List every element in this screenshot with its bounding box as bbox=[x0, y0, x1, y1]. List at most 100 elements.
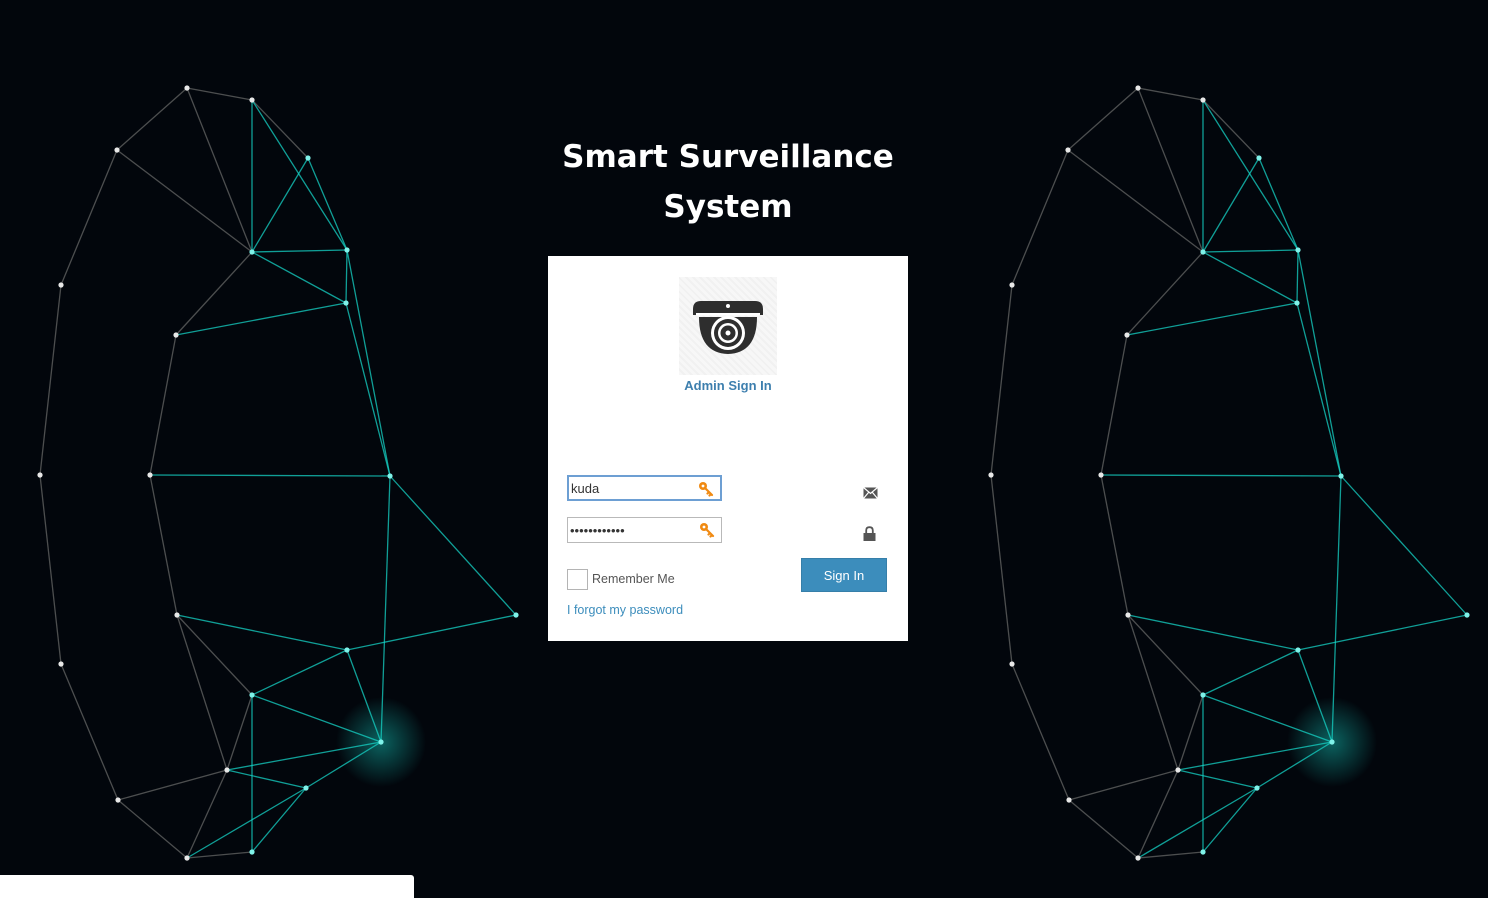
network-node bbox=[147, 472, 153, 478]
network-edge bbox=[116, 87, 188, 151]
network-node bbox=[344, 247, 350, 253]
network-edge bbox=[251, 99, 309, 159]
network-node bbox=[115, 797, 121, 803]
network-edge bbox=[346, 614, 517, 651]
network-edge bbox=[176, 614, 253, 696]
network-node bbox=[1200, 849, 1206, 855]
page-title-line2: System bbox=[663, 189, 793, 225]
password-input[interactable] bbox=[568, 518, 695, 542]
network-node bbox=[1200, 249, 1206, 255]
network-edge bbox=[176, 614, 348, 651]
network-node bbox=[1329, 739, 1335, 745]
network-node bbox=[224, 767, 230, 773]
network-node bbox=[305, 155, 311, 161]
network-edge bbox=[117, 799, 188, 859]
network-node bbox=[174, 612, 180, 618]
network-edge bbox=[1340, 475, 1468, 616]
lock-icon bbox=[863, 526, 876, 546]
network-edge bbox=[60, 149, 118, 286]
username-input[interactable] bbox=[569, 477, 696, 499]
network-edge bbox=[1137, 87, 1204, 101]
network-node bbox=[1009, 661, 1015, 667]
network-edge bbox=[39, 474, 62, 665]
network-node bbox=[37, 472, 43, 478]
network-edge bbox=[1202, 649, 1299, 696]
network-edge bbox=[1068, 769, 1179, 801]
key-icon bbox=[698, 481, 714, 502]
network-node bbox=[1065, 147, 1071, 153]
network-node bbox=[114, 147, 120, 153]
network-edge bbox=[1068, 799, 1139, 859]
network-edge bbox=[1297, 614, 1468, 651]
network-edge bbox=[226, 694, 253, 771]
network-node bbox=[1200, 692, 1206, 698]
network-edge bbox=[186, 787, 307, 859]
network-edge bbox=[1202, 99, 1260, 159]
network-node bbox=[1135, 85, 1141, 91]
network-node bbox=[249, 249, 255, 255]
network-node bbox=[1124, 332, 1130, 338]
network-edge bbox=[1137, 787, 1258, 859]
network-edge bbox=[1177, 769, 1258, 789]
network-edge bbox=[149, 474, 391, 477]
network-node bbox=[1464, 612, 1470, 618]
network-node bbox=[303, 785, 309, 791]
network-edge bbox=[1011, 663, 1070, 801]
network-edge bbox=[186, 87, 253, 101]
password-field[interactable] bbox=[567, 517, 722, 543]
network-edge bbox=[307, 157, 348, 251]
network-node bbox=[344, 647, 350, 653]
network-node bbox=[1256, 155, 1262, 161]
network-edge bbox=[1296, 249, 1299, 304]
login-card: Admin Sign In Remember Me Sign In I forg… bbox=[548, 256, 908, 641]
network-edge bbox=[1202, 251, 1298, 304]
network-node bbox=[1338, 473, 1344, 479]
network-edge bbox=[1297, 249, 1342, 477]
network-node bbox=[58, 661, 64, 667]
remember-me-checkbox[interactable] bbox=[567, 569, 588, 590]
network-edge bbox=[251, 787, 307, 853]
network-node bbox=[1200, 97, 1206, 103]
network-edge bbox=[990, 284, 1013, 476]
admin-sign-in-heading: Admin Sign In bbox=[684, 378, 772, 393]
network-edge bbox=[1100, 334, 1128, 476]
network-node bbox=[1254, 785, 1260, 791]
forgot-password-link[interactable]: I forgot my password bbox=[567, 603, 683, 617]
network-edge bbox=[1202, 157, 1260, 253]
network-edge bbox=[60, 663, 119, 801]
username-field[interactable] bbox=[567, 475, 722, 501]
network-node bbox=[1295, 647, 1301, 653]
network-edge bbox=[176, 614, 228, 771]
network-edge bbox=[345, 249, 348, 304]
network-node bbox=[1098, 472, 1104, 478]
network-edge bbox=[990, 474, 1013, 665]
network-node bbox=[58, 282, 64, 288]
bottom-status-bar bbox=[0, 875, 414, 898]
envelope-icon bbox=[863, 486, 878, 504]
network-edge bbox=[149, 474, 178, 616]
network-edge bbox=[1137, 769, 1179, 859]
dome-camera-icon bbox=[679, 277, 777, 375]
network-node bbox=[378, 739, 384, 745]
network-edge bbox=[1202, 787, 1258, 853]
network-node bbox=[387, 473, 393, 479]
network-edge bbox=[1127, 614, 1204, 696]
sign-in-button[interactable]: Sign In bbox=[801, 558, 887, 592]
remember-me-label: Remember Me bbox=[592, 572, 675, 586]
network-edge bbox=[1177, 694, 1204, 771]
network-edge bbox=[1067, 87, 1139, 151]
network-node bbox=[1009, 282, 1015, 288]
network-edge bbox=[251, 251, 347, 304]
network-edge bbox=[149, 334, 177, 476]
network-edge bbox=[251, 157, 309, 253]
network-edge bbox=[186, 769, 228, 859]
network-edge bbox=[345, 302, 391, 477]
network-node bbox=[1135, 855, 1141, 861]
network-edge bbox=[1127, 614, 1179, 771]
network-edge bbox=[1100, 474, 1342, 477]
network-edge bbox=[1258, 157, 1299, 251]
network-edge bbox=[1296, 302, 1342, 477]
network-edge bbox=[251, 249, 348, 253]
network-node bbox=[343, 300, 349, 306]
network-node bbox=[988, 472, 994, 478]
